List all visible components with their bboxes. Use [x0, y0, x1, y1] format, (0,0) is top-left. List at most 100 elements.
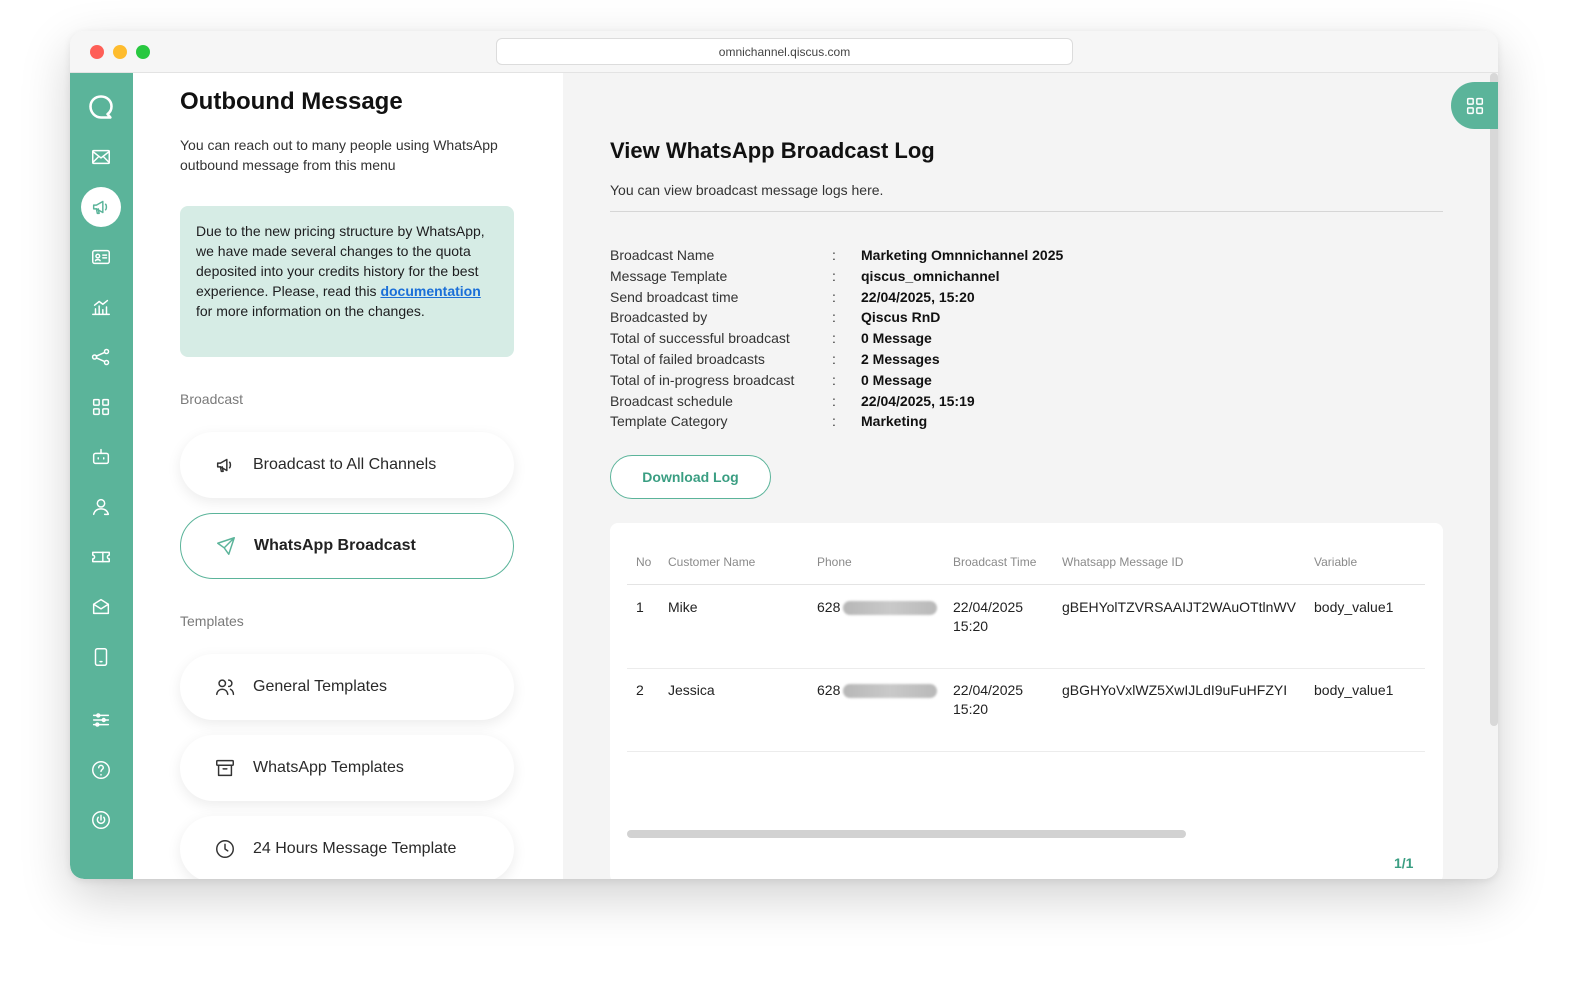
- column-header-phone: Phone: [817, 555, 852, 569]
- info-value: Qiscus RnD: [861, 309, 941, 326]
- info-value: 22/04/2025, 15:19: [861, 392, 975, 409]
- flow-icon[interactable]: [81, 337, 121, 377]
- title-bar: omnichannel.qiscus.com: [70, 31, 1498, 73]
- download-log-button[interactable]: Download Log: [610, 455, 771, 499]
- info-value: Marketing: [861, 413, 928, 430]
- documentation-link[interactable]: documentation: [380, 283, 480, 299]
- mobile-icon[interactable]: [81, 637, 121, 677]
- info-value: 0 Message: [861, 330, 932, 347]
- zoom-window-button[interactable]: [136, 45, 150, 59]
- cell-variable: body_value1: [1314, 682, 1394, 698]
- bot-icon[interactable]: [81, 437, 121, 477]
- row-divider: [627, 751, 1425, 752]
- broadcast-info: Broadcast Name: Marketing Omnnichannel 20…: [610, 245, 1063, 432]
- menu-label: General Templates: [253, 678, 387, 695]
- megaphone-icon[interactable]: [81, 187, 121, 227]
- info-label: Total of successful broadcast: [610, 330, 790, 347]
- cell-broadcast-date: 22/04/2025: [953, 599, 1024, 615]
- info-row: Send broadcast time: 22/04/2025, 15:20: [610, 287, 1063, 308]
- notice-text-end: for more information on the changes.: [196, 303, 425, 319]
- menu-label: 24 Hours Message Template: [253, 840, 457, 857]
- info-row: Broadcast schedule: 22/04/2025, 15:19: [610, 391, 1063, 412]
- clock-icon: [213, 837, 237, 861]
- general-templates-button[interactable]: General Templates: [180, 654, 514, 720]
- whatsapp-templates-button[interactable]: WhatsApp Templates: [180, 735, 514, 801]
- broadcast-all-channels-button[interactable]: Broadcast to All Channels: [180, 432, 514, 498]
- log-title: View WhatsApp Broadcast Log: [610, 138, 935, 163]
- templates-section-label: Templates: [180, 613, 244, 629]
- apps-icon[interactable]: [81, 387, 121, 427]
- column-header-broadcast-time: Broadcast Time: [953, 555, 1037, 569]
- 24-hours-template-button[interactable]: 24 Hours Message Template: [180, 816, 514, 879]
- pricing-notice: Due to the new pricing structure by What…: [180, 206, 514, 357]
- analytics-icon[interactable]: [81, 287, 121, 327]
- cell-customer-name: Jessica: [668, 682, 715, 698]
- ticket-icon[interactable]: [81, 537, 121, 577]
- cell-message-id: gBGHYoVxlWZ5XwIJLdI9uFuHFZYI: [1062, 682, 1288, 698]
- pagination-indicator[interactable]: 1/1: [1394, 855, 1413, 871]
- log-subtitle: You can view broadcast message logs here…: [610, 182, 884, 198]
- cell-no: 1: [636, 599, 644, 615]
- cell-broadcast-time: 15:20: [953, 701, 989, 717]
- browser-window: omnichannel.qiscus.com Outbound Message …: [70, 31, 1498, 879]
- archive-icon: [213, 756, 237, 780]
- menu-label: Broadcast to All Channels: [253, 456, 437, 473]
- info-separator: :: [832, 288, 836, 305]
- app-sidebar: [70, 73, 133, 879]
- minimize-window-button[interactable]: [113, 45, 127, 59]
- info-separator: :: [832, 267, 836, 284]
- info-row: Template Category: Marketing: [610, 411, 1063, 432]
- cell-broadcast-date: 22/04/2025: [953, 682, 1024, 698]
- whatsapp-broadcast-button[interactable]: WhatsApp Broadcast: [180, 513, 514, 579]
- close-window-button[interactable]: [90, 45, 104, 59]
- info-separator: :: [832, 392, 836, 409]
- menu-label: WhatsApp Templates: [253, 759, 404, 776]
- divider: [610, 211, 1443, 212]
- help-icon[interactable]: [81, 750, 121, 790]
- outbound-menu-panel: Outbound Message You can reach out to ma…: [133, 73, 563, 879]
- info-label: Send broadcast time: [610, 288, 739, 305]
- inbox-icon[interactable]: [81, 587, 121, 627]
- horizontal-scrollbar[interactable]: [627, 830, 1186, 838]
- column-header-variable: Variable: [1314, 555, 1358, 569]
- contact-card-icon[interactable]: [81, 237, 121, 277]
- megaphone-icon: [213, 453, 237, 477]
- info-label: Message Template: [610, 267, 728, 284]
- url-bar[interactable]: omnichannel.qiscus.com: [496, 38, 1073, 65]
- info-separator: :: [832, 330, 836, 347]
- info-label: Broadcast schedule: [610, 392, 733, 409]
- power-icon[interactable]: [81, 800, 121, 840]
- broadcast-log-panel: View WhatsApp Broadcast Log You can view…: [563, 73, 1498, 879]
- info-row: Total of in-progress broadcast: 0 Message: [610, 370, 1063, 391]
- info-row: Message Template: qiscus_omnichannel: [610, 266, 1063, 287]
- menu-label: WhatsApp Broadcast: [254, 537, 416, 554]
- info-label: Broadcasted by: [610, 309, 708, 326]
- info-row: Broadcasted by: Qiscus RnD: [610, 307, 1063, 328]
- cell-variable: body_value1: [1314, 599, 1394, 615]
- masked-phone: [843, 684, 937, 698]
- broadcast-section-label: Broadcast: [180, 391, 244, 407]
- info-value: 2 Messages: [861, 350, 940, 367]
- send-icon: [214, 534, 238, 558]
- settings-sliders-icon[interactable]: [81, 700, 121, 740]
- info-label: Total of in-progress broadcast: [610, 371, 795, 388]
- column-header-customer-name: Customer Name: [668, 555, 756, 569]
- info-separator: :: [832, 413, 836, 430]
- table-header-divider: [627, 584, 1425, 585]
- agent-icon[interactable]: [81, 487, 121, 527]
- apps-icon: [1466, 97, 1483, 114]
- info-value: 22/04/2025, 15:20: [861, 288, 975, 305]
- column-header-message-id: Whatsapp Message ID: [1062, 555, 1184, 569]
- cell-message-id: gBEHYolTZVRSAAIJT2WAuOTtlnWV: [1062, 599, 1296, 615]
- app-switcher-button[interactable]: [1451, 82, 1498, 129]
- users-icon: [213, 675, 237, 699]
- page-subtitle: You can reach out to many people using W…: [180, 137, 498, 173]
- cell-broadcast-time: 15:20: [953, 618, 989, 634]
- mail-icon[interactable]: [81, 137, 121, 177]
- info-label: Template Category: [610, 413, 728, 430]
- info-separator: :: [832, 309, 836, 326]
- info-separator: :: [832, 247, 836, 263]
- chat-icon[interactable]: [81, 87, 121, 127]
- info-value: 0 Message: [861, 371, 932, 388]
- vertical-scrollbar[interactable]: [1490, 73, 1498, 726]
